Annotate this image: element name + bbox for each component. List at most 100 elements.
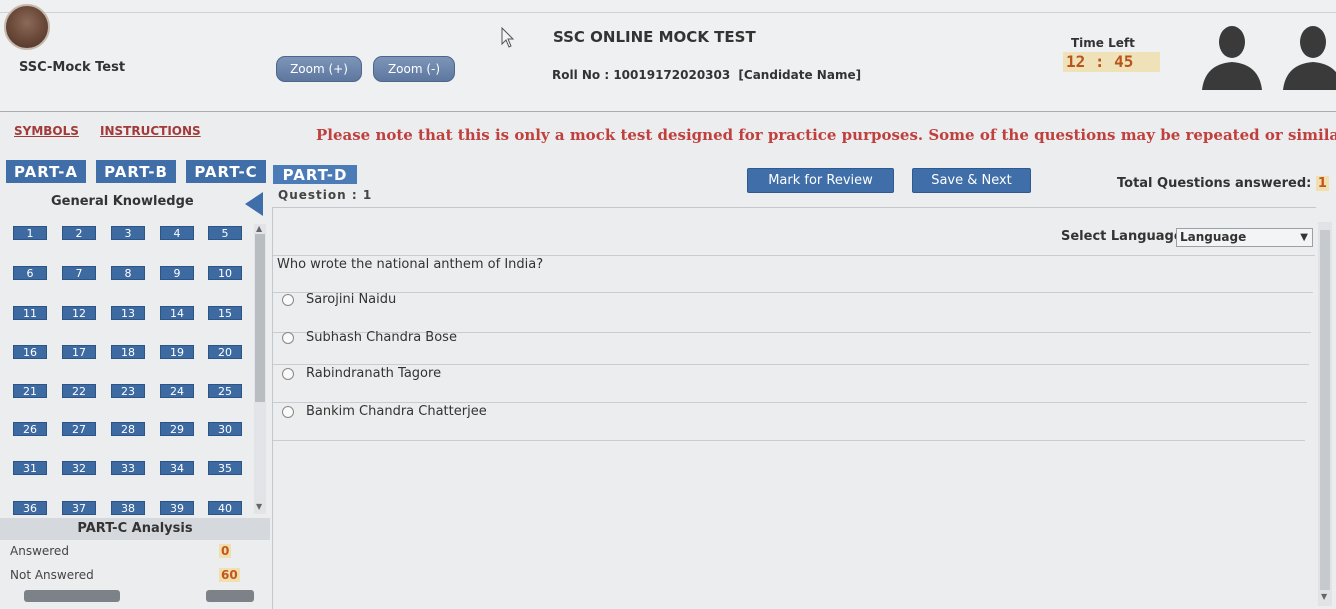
question-number-button[interactable]: 31 bbox=[13, 461, 47, 475]
scroll-down-icon[interactable]: ▼ bbox=[256, 502, 262, 511]
symbols-link[interactable]: SYMBOLS bbox=[14, 124, 79, 138]
time-left-value: 12 : 45 bbox=[1063, 52, 1160, 72]
question-number-button[interactable]: 38 bbox=[111, 501, 145, 515]
option-4[interactable]: Bankim Chandra Chatterjee bbox=[282, 404, 487, 419]
answered-count: 0 bbox=[219, 544, 232, 558]
question-number-button[interactable]: 11 bbox=[13, 306, 47, 320]
question-number-button[interactable]: 1 bbox=[13, 226, 47, 240]
row-divider bbox=[273, 364, 1309, 365]
question-number-button[interactable]: 30 bbox=[208, 422, 242, 436]
question-number-button[interactable]: 4 bbox=[160, 226, 194, 240]
candidate-photo-icon bbox=[1202, 26, 1262, 90]
radio-button[interactable] bbox=[282, 331, 294, 344]
row-divider bbox=[273, 402, 1307, 403]
question-number-button[interactable]: 6 bbox=[13, 266, 47, 280]
question-number-button[interactable]: 24 bbox=[160, 384, 194, 398]
question-number-label: Question : 1 bbox=[278, 188, 373, 202]
mark-for-review-button[interactable]: Mark for Review bbox=[747, 168, 894, 193]
total-answered-label: Total Questions answered: bbox=[1117, 176, 1312, 191]
answered-label: Answered bbox=[10, 544, 69, 558]
question-number-button[interactable]: 37 bbox=[62, 501, 96, 515]
question-number-button[interactable]: 29 bbox=[160, 422, 194, 436]
row-divider bbox=[273, 255, 1315, 256]
option-2[interactable]: Subhash Chandra Bose bbox=[282, 330, 457, 345]
save-and-next-button[interactable]: Save & Next bbox=[912, 168, 1031, 193]
question-number-button[interactable]: 22 bbox=[62, 384, 96, 398]
tab-part-b[interactable]: PART-B bbox=[96, 160, 176, 183]
tab-part-c[interactable]: PART-C bbox=[186, 160, 266, 183]
header: SSC-Mock Test Zoom (+) Zoom (-) SSC ONLI… bbox=[0, 0, 1336, 112]
section-title: General Knowledge bbox=[51, 194, 194, 209]
candidate-signature-photo-icon bbox=[1283, 26, 1336, 90]
question-number-button[interactable]: 25 bbox=[208, 384, 242, 398]
question-number-button[interactable]: 3 bbox=[111, 226, 145, 240]
question-number-button[interactable]: 33 bbox=[111, 461, 145, 475]
question-text: Who wrote the national anthem of India? bbox=[277, 257, 544, 272]
option-label: Bankim Chandra Chatterjee bbox=[306, 404, 487, 419]
question-number-button[interactable]: 8 bbox=[111, 266, 145, 280]
question-number-button[interactable]: 17 bbox=[62, 345, 96, 359]
question-number-button[interactable]: 2 bbox=[62, 226, 96, 240]
question-number-button[interactable]: 5 bbox=[208, 226, 242, 240]
header-divider bbox=[0, 12, 1336, 13]
palette-scrollbar[interactable]: ▲ ▼ bbox=[254, 224, 266, 514]
question-number-button[interactable]: 32 bbox=[62, 461, 96, 475]
question-number-button[interactable]: 34 bbox=[160, 461, 194, 475]
question-number-button[interactable]: 14 bbox=[160, 306, 194, 320]
zoom-out-button[interactable]: Zoom (-) bbox=[373, 56, 455, 82]
question-number-button[interactable]: 18 bbox=[111, 345, 145, 359]
radio-button[interactable] bbox=[282, 405, 294, 418]
question-number-button[interactable]: 7 bbox=[62, 266, 96, 280]
question-number-button[interactable]: 27 bbox=[62, 422, 96, 436]
question-number-button[interactable]: 19 bbox=[160, 345, 194, 359]
language-selected-value: Language bbox=[1180, 230, 1247, 244]
radio-button[interactable] bbox=[282, 293, 294, 306]
option-3[interactable]: Rabindranath Tagore bbox=[282, 366, 441, 381]
question-number-button[interactable]: 15 bbox=[208, 306, 242, 320]
test-title: SSC ONLINE MOCK TEST bbox=[553, 28, 756, 46]
question-number-button[interactable]: 35 bbox=[208, 461, 242, 475]
tab-part-d[interactable]: PART-D bbox=[273, 165, 357, 184]
language-label: Select Language: bbox=[1061, 229, 1188, 244]
question-number-button[interactable]: 36 bbox=[13, 501, 47, 515]
question-number-button[interactable]: 16 bbox=[13, 345, 47, 359]
question-number-button[interactable]: 21 bbox=[13, 384, 47, 398]
total-answered: Total Questions answered: 1 bbox=[1117, 176, 1329, 191]
question-number-button[interactable]: 40 bbox=[208, 501, 242, 515]
bottom-scrollbar-left[interactable] bbox=[24, 590, 120, 602]
question-number-button[interactable]: 39 bbox=[160, 501, 194, 515]
radio-button[interactable] bbox=[282, 367, 294, 380]
question-number-button[interactable]: 10 bbox=[208, 266, 242, 280]
total-answered-count: 1 bbox=[1315, 176, 1329, 191]
candidate-name: [Candidate Name] bbox=[738, 68, 862, 82]
question-scroll-thumb[interactable] bbox=[1320, 230, 1330, 590]
question-number-button[interactable]: 20 bbox=[208, 345, 242, 359]
question-number-button[interactable]: 26 bbox=[13, 422, 47, 436]
question-palette: 1 2 3 4 5 6 7 8 9 10 11 12 13 14 15 16 17 18 19 20 21 22 23 24 2… bbox=[0, 220, 270, 520]
question-scrollbar[interactable]: ▼ bbox=[1318, 222, 1332, 606]
logo-emblem-icon bbox=[4, 4, 50, 50]
row-divider bbox=[273, 292, 1313, 293]
bottom-scrollbar-right[interactable] bbox=[206, 590, 254, 602]
question-number-button[interactable]: 28 bbox=[111, 422, 145, 436]
roll-number-text: Roll No : 10019172020303 bbox=[552, 68, 731, 82]
scroll-down-icon[interactable]: ▼ bbox=[1321, 592, 1327, 601]
question-number-button[interactable]: 23 bbox=[111, 384, 145, 398]
language-select[interactable]: Language ▼ bbox=[1176, 228, 1313, 247]
option-1[interactable]: Sarojini Naidu bbox=[282, 292, 396, 307]
collapse-panel-arrow-icon[interactable] bbox=[243, 190, 265, 218]
instructions-link[interactable]: INSTRUCTIONS bbox=[100, 124, 201, 138]
palette-scroll-thumb[interactable] bbox=[255, 234, 265, 402]
row-divider bbox=[273, 440, 1305, 441]
scroll-up-icon[interactable]: ▲ bbox=[256, 224, 262, 233]
option-label: Rabindranath Tagore bbox=[306, 366, 442, 381]
chevron-down-icon: ▼ bbox=[1300, 232, 1308, 243]
tab-part-a[interactable]: PART-A bbox=[6, 160, 86, 183]
question-number-button[interactable]: 13 bbox=[111, 306, 145, 320]
question-number-button[interactable]: 9 bbox=[160, 266, 194, 280]
zoom-in-button[interactable]: Zoom (+) bbox=[276, 56, 362, 82]
question-number-button[interactable]: 12 bbox=[62, 306, 96, 320]
roll-number: Roll No : 10019172020303 [Candidate Name… bbox=[552, 68, 861, 82]
not-answered-label: Not Answered bbox=[10, 568, 94, 582]
option-label: Sarojini Naidu bbox=[306, 292, 397, 307]
